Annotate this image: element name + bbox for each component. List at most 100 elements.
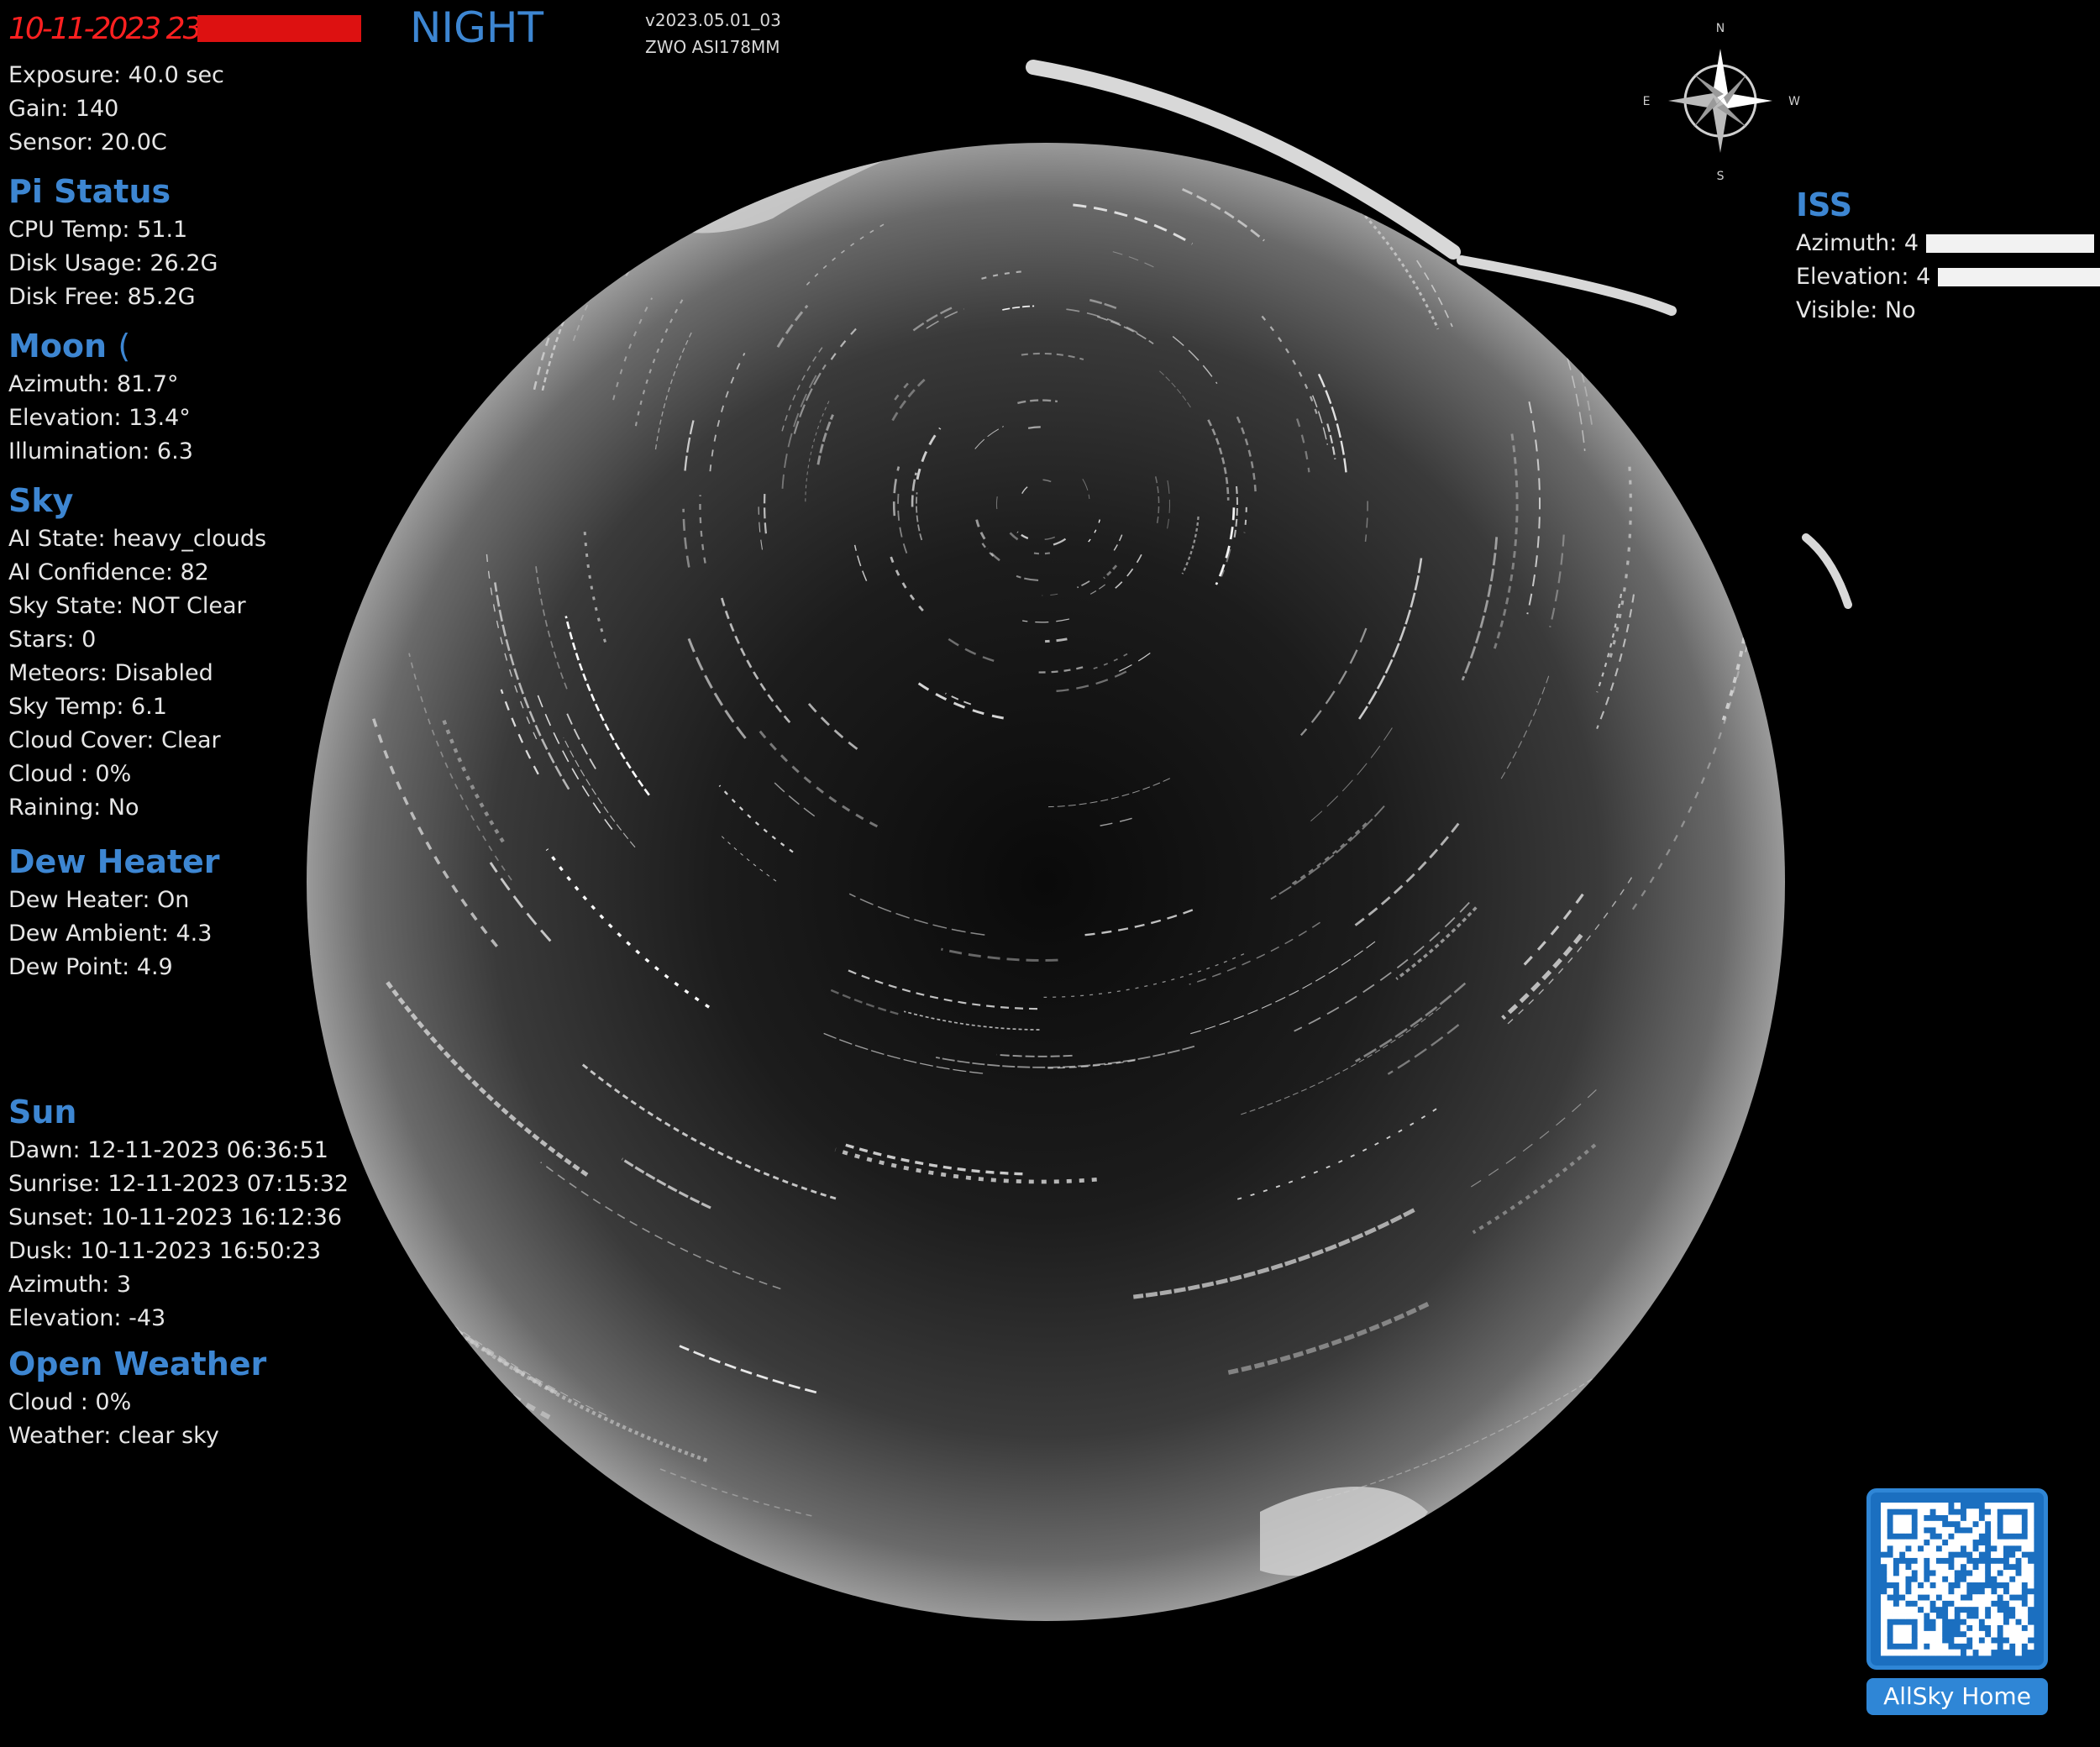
qr-module: [1929, 1637, 1936, 1644]
qr-module: [1929, 1557, 1936, 1565]
qr-module: [1881, 1630, 1887, 1638]
qr-module: [1911, 1613, 1919, 1619]
qr-module: [1960, 1539, 1967, 1546]
qr-module: [1917, 1630, 1924, 1638]
qr-module: [1917, 1539, 1924, 1546]
qr-module: [1960, 1613, 1967, 1619]
qr-module: [1929, 1613, 1936, 1619]
qr-module: [1893, 1630, 1900, 1638]
qr-module: [1929, 1587, 1936, 1595]
qr-module: [1960, 1600, 1967, 1608]
qr-module: [1905, 1630, 1912, 1638]
qr-module: [1941, 1533, 1949, 1540]
qr-code-widget[interactable]: AllSky Home: [1866, 1488, 2048, 1715]
star-trail: [933, 124, 1052, 140]
qr-module: [1991, 1570, 1998, 1576]
qr-module: [1935, 1503, 1943, 1509]
qr-module: [2027, 1643, 2034, 1650]
qr-module: [1978, 1576, 1986, 1583]
qr-module: [1905, 1606, 1912, 1613]
qr-module: [1905, 1613, 1912, 1619]
qr-module: [1887, 1600, 1893, 1608]
qr-module: [1997, 1539, 2003, 1546]
qr-module: [2008, 1618, 2016, 1625]
qr-module: [1966, 1520, 1973, 1528]
qr-module: [2008, 1514, 2016, 1522]
qr-module: [1898, 1613, 1906, 1619]
qr-module: [1978, 1613, 1986, 1619]
qr-module: [1929, 1643, 1936, 1650]
qr-module: [1948, 1606, 1955, 1613]
qr-module: [2015, 1520, 2022, 1528]
qr-module: [1898, 1520, 1906, 1528]
qr-module: [2008, 1557, 2016, 1565]
qr-module: [1929, 1576, 1936, 1583]
qr-module: [1997, 1613, 2003, 1619]
qr-module: [1898, 1587, 1906, 1595]
qr-module: [1948, 1594, 1955, 1601]
qr-module: [1966, 1618, 1973, 1625]
qr-module: [2008, 1637, 2016, 1644]
qr-module: [1941, 1551, 1949, 1558]
qr-module: [2003, 1539, 2010, 1546]
qr-module: [1941, 1582, 1949, 1589]
sun-azimuth-text: Azimuth: 3: [8, 1272, 132, 1298]
qr-module: [1923, 1503, 1930, 1509]
star-trail: [1404, 0, 1661, 68]
qr-module: [1960, 1533, 1967, 1540]
qr-module: [2008, 1630, 2016, 1638]
qr-module: [1898, 1514, 1906, 1522]
qr-module: [1948, 1514, 1955, 1522]
qr-module: [1984, 1514, 1992, 1522]
qr-module: [2027, 1545, 2034, 1552]
star-trail: [1755, 175, 1785, 275]
qr-module: [1972, 1637, 1979, 1644]
qr-module: [2008, 1587, 2016, 1595]
qr-module: [1978, 1600, 1986, 1608]
dew-heater-state-text: Dew Heater: On: [8, 887, 190, 913]
star-trail: [1789, 635, 1851, 839]
qr-module: [1948, 1613, 1955, 1619]
qr-module: [1954, 1533, 1961, 1540]
qr-module: [2015, 1503, 2022, 1509]
qr-module: [1881, 1514, 1887, 1522]
qr-code-icon[interactable]: [1866, 1488, 2048, 1670]
qr-module: [1941, 1570, 1949, 1576]
qr-module: [2027, 1527, 2034, 1534]
qr-label[interactable]: AllSky Home: [1866, 1678, 2048, 1715]
qr-module: [2027, 1630, 2034, 1638]
qr-module: [1898, 1539, 1906, 1546]
sunset-text: Sunset: 10-11-2023 16:12:36: [8, 1204, 343, 1230]
qr-module: [1911, 1587, 1919, 1595]
qr-module: [1917, 1508, 1924, 1515]
qr-module: [2008, 1624, 2016, 1632]
qr-module: [1911, 1594, 1919, 1601]
qr-module: [1911, 1503, 1919, 1509]
qr-module: [1935, 1618, 1943, 1625]
dusk-text: Dusk: 10-11-2023 16:50:23: [8, 1238, 322, 1264]
qr-module: [1966, 1576, 1973, 1583]
qr-module: [2027, 1563, 2034, 1571]
sensor-text: Sensor: 20.0C: [8, 129, 167, 155]
qr-module: [1948, 1545, 1955, 1552]
star-trail: [790, 0, 895, 28]
qr-module: [1905, 1570, 1912, 1576]
qr-module: [1935, 1637, 1943, 1644]
qr-module: [1923, 1582, 1930, 1589]
qr-module: [1991, 1514, 1998, 1522]
iss-azimuth-text: Azimuth: 4: [1796, 227, 2100, 260]
qr-module: [1917, 1576, 1924, 1583]
qr-module: [1887, 1503, 1893, 1509]
qr-module: [1911, 1606, 1919, 1613]
iss-azimuth-value: Azimuth: 4: [1796, 230, 1919, 256]
qr-module: [2027, 1503, 2034, 1509]
qr-module: [1984, 1600, 1992, 1608]
stars-text: Stars: 0: [8, 627, 97, 653]
qr-module: [1954, 1563, 1961, 1571]
qr-module: [1954, 1587, 1961, 1595]
qr-module: [1893, 1545, 1900, 1552]
version-block: v2023.05.01_03 ZWO ASI178MM: [645, 7, 781, 60]
qr-module: [1972, 1618, 1979, 1625]
qr-module: [1984, 1594, 1992, 1601]
qr-module: [1923, 1508, 1930, 1515]
